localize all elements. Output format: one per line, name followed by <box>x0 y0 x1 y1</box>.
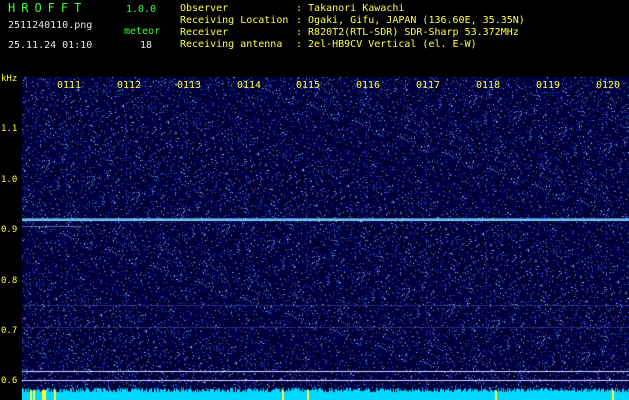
meta-sep: : <box>296 27 303 38</box>
x-tick-label: 0117 <box>416 80 441 91</box>
y-tick-label: 0.9 <box>1 225 18 235</box>
meta-row-antenna: Receiving antenna : 2el-HB9CV Vertical (… <box>180 39 525 51</box>
y-tick-label: 0.7 <box>1 326 18 336</box>
meta-key: Observer <box>180 3 229 14</box>
frequency-axis: kHz 1.1 1.0 0.9 0.8 0.7 0.6 <box>0 74 22 400</box>
y-tick-label: 1.0 <box>1 175 18 185</box>
meta-row-observer: Observer : Takanori Kawachi <box>180 3 525 15</box>
file-name: 2511240110.png <box>8 20 93 31</box>
meta-value: Takanori Kawachi <box>308 3 405 14</box>
x-tick-label: 0112 <box>117 80 142 91</box>
y-tick-label: 1.1 <box>1 124 18 134</box>
meta-sep: : <box>296 15 303 26</box>
x-tick-label: 0116 <box>356 80 381 91</box>
meta-row-location: Receiving Location : Ogaki, Gifu, JAPAN … <box>180 15 525 27</box>
app-version: 1.0.0 <box>126 4 157 15</box>
meta-key: Receiving antenna <box>180 39 283 50</box>
x-tick-label: 0118 <box>476 80 501 91</box>
x-tick-label: 0120 <box>596 80 621 91</box>
meta-key: Receiver <box>180 27 229 38</box>
header-panel: HROFFT 1.0.0 2511240110.png meteor 25.11… <box>0 0 629 76</box>
meta-value: R820T2(RTL-SDR) SDR-Sharp 53.372MHz <box>308 27 519 38</box>
x-tick-label: 0119 <box>536 80 561 91</box>
y-tick-label: 0.8 <box>1 276 18 286</box>
capture-datetime: 25.11.24 01:10 <box>8 40 93 51</box>
meta-sep: : <box>296 3 303 14</box>
meteor-label: meteor <box>124 26 161 37</box>
meta-value: 2el-HB9CV Vertical (el. E-W) <box>308 39 477 50</box>
station-info: Observer : Takanori Kawachi Receiving Lo… <box>180 3 525 51</box>
x-tick-label: 0111 <box>57 80 82 91</box>
meta-sep: : <box>296 39 303 50</box>
meta-value: Ogaki, Gifu, JAPAN (136.60E, 35.35N) <box>308 15 525 26</box>
x-tick-label: 0114 <box>237 80 262 91</box>
app-name: HROFFT <box>8 1 88 15</box>
y-tick-label: 0.6 <box>1 376 18 386</box>
x-tick-label: 0115 <box>296 80 321 91</box>
meta-row-receiver: Receiver : R820T2(RTL-SDR) SDR-Sharp 53.… <box>180 27 525 39</box>
meta-key: Receiving Location <box>180 15 289 26</box>
x-tick-label: 0113 <box>177 80 202 91</box>
meteor-count: 18 <box>140 40 153 51</box>
axis-unit-label: kHz <box>1 74 18 84</box>
spectrogram-canvas[interactable] <box>22 77 629 400</box>
